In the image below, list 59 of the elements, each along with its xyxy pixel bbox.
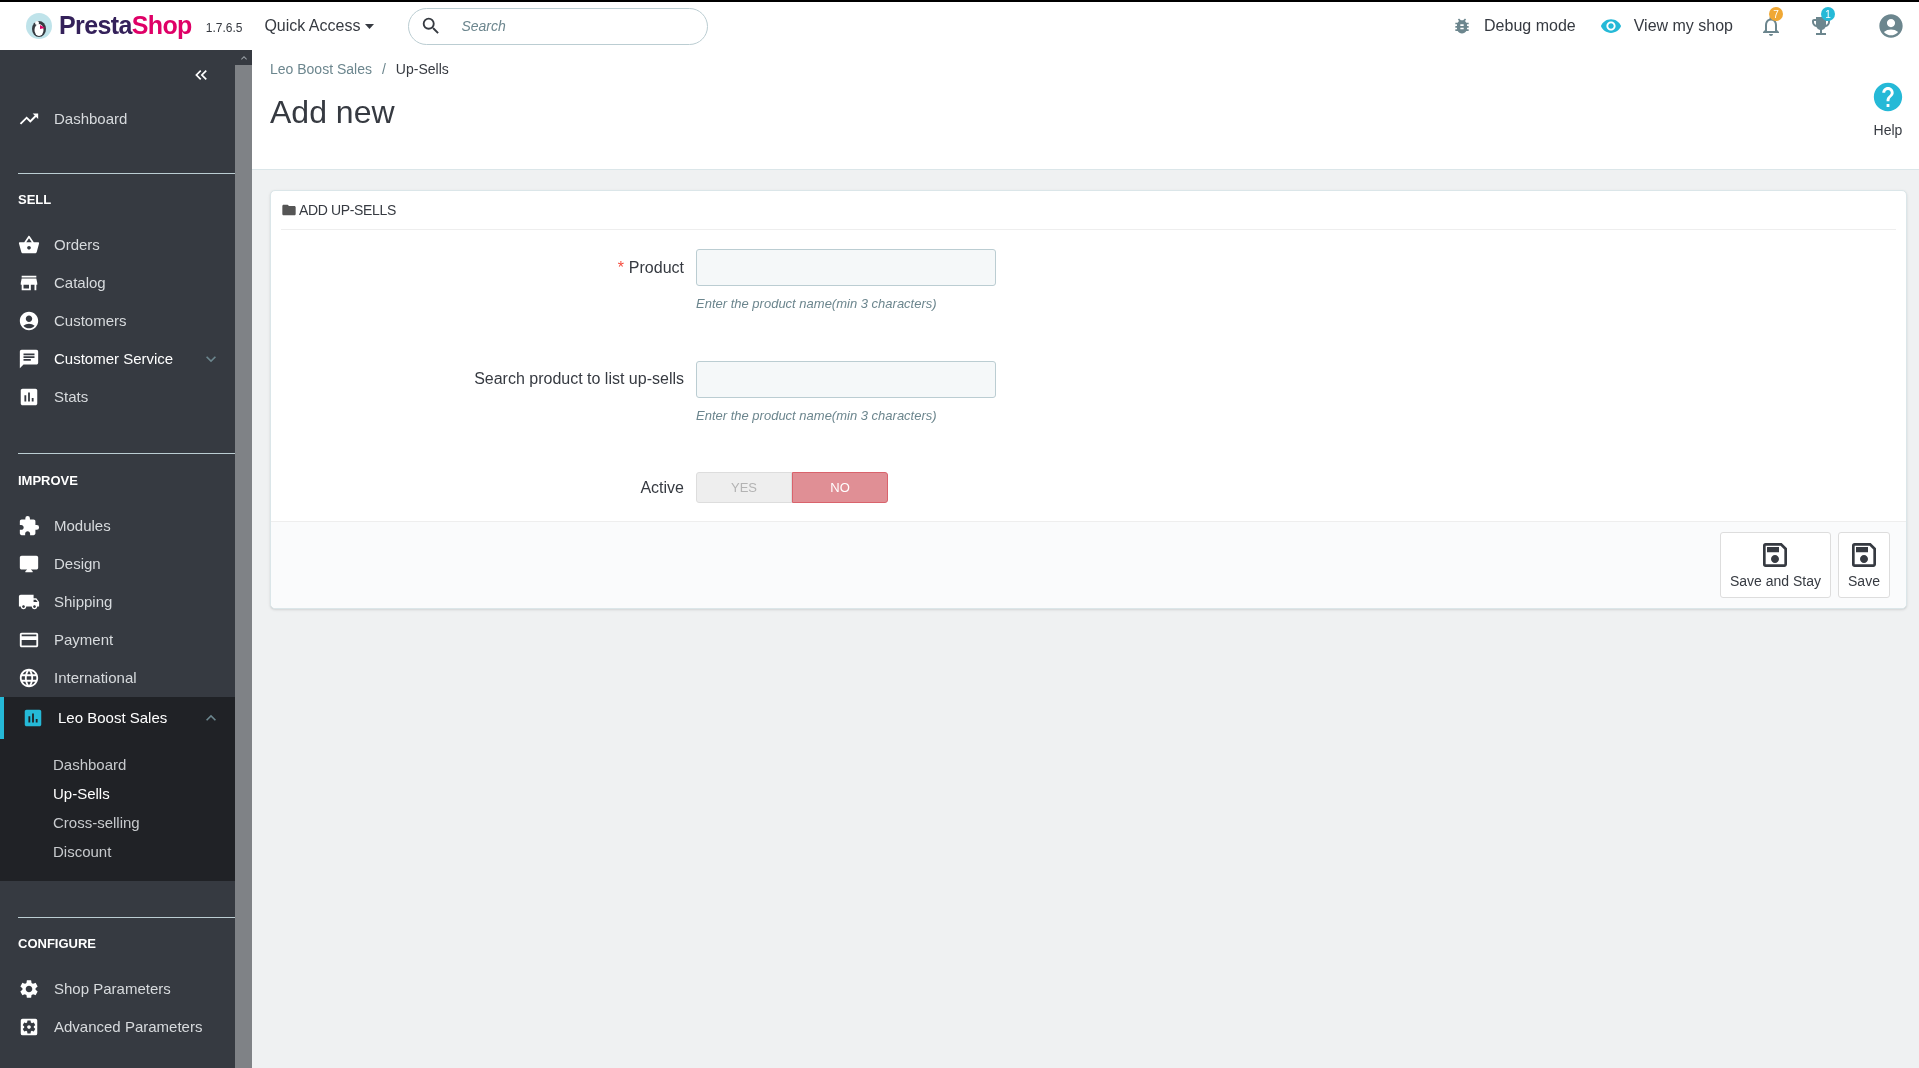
breadcrumb-separator: / — [381, 60, 386, 79]
submenu-item[interactable]: Cross-selling — [53, 812, 140, 835]
version-label: 1.7.6.5 — [205, 20, 243, 37]
puzzle-icon — [18, 515, 40, 537]
sidebar-item[interactable]: Modules — [0, 507, 235, 545]
debug-mode-link[interactable]: Debug mode — [1452, 14, 1576, 38]
sidebar-item[interactable]: Dashboard — [0, 100, 235, 138]
quick-access-button[interactable]: Quick Access — [264, 14, 375, 38]
settings-icon — [18, 978, 40, 1000]
sidebar-item[interactable]: Customer Service — [0, 340, 235, 378]
help-link[interactable]: Help — [1871, 50, 1905, 169]
help-icon — [1871, 80, 1905, 114]
sidebar-item[interactable]: Customers — [0, 302, 235, 340]
submenu-item[interactable]: Dashboard — [53, 754, 127, 777]
text-input[interactable] — [696, 249, 996, 286]
save-button[interactable]: Save and Stay — [1719, 532, 1831, 598]
basket-icon — [18, 234, 40, 256]
field-hint: Enter the product name(min 3 characters) — [696, 406, 938, 425]
person-icon — [18, 310, 40, 332]
breadcrumb-link[interactable]: Up-Sells — [395, 59, 449, 80]
monitor-icon — [18, 553, 40, 575]
field-label: Active — [640, 478, 684, 496]
sidebar-item[interactable]: Shop Parameters — [0, 970, 235, 1008]
save-button[interactable]: Save — [1838, 532, 1890, 598]
caret-icon — [365, 23, 375, 29]
section-heading: CONFIGURE — [18, 935, 96, 954]
sidebar-item[interactable]: Design — [0, 545, 235, 583]
folder-icon — [281, 202, 297, 218]
field-label: * Product — [617, 258, 684, 276]
logo-icon — [25, 12, 53, 40]
field-label: Search product to list up-sells — [474, 370, 684, 387]
sidebar-item[interactable]: Advanced Parameters — [0, 1008, 235, 1046]
section-heading: IMPROVE — [18, 471, 78, 490]
bar-chart-icon — [22, 707, 44, 729]
sidebar-item[interactable]: International — [0, 659, 235, 697]
bar-chart-icon — [18, 386, 40, 408]
avatar-icon[interactable] — [1877, 12, 1905, 40]
scrollbar[interactable] — [235, 50, 252, 1068]
text-input[interactable] — [696, 360, 996, 398]
sidebar-item[interactable]: Stats — [0, 378, 235, 416]
breadcrumb-link[interactable]: Leo Boost Sales — [270, 59, 372, 80]
logo-wordmark[interactable]: PrestaShop — [59, 7, 192, 45]
panel-title: ADD UP-SELLS — [299, 200, 396, 220]
section-heading: SELL — [18, 191, 52, 210]
sidebar-item[interactable]: Payment — [0, 621, 235, 659]
page-title: Add new — [270, 93, 396, 132]
submenu-item[interactable]: Up-Sells — [53, 783, 110, 806]
achievement-badge: 1 — [1821, 7, 1835, 21]
search-field[interactable]: Search — [408, 7, 709, 45]
globe-icon — [18, 667, 40, 689]
view-shop-link[interactable]: View my shop — [1599, 14, 1733, 38]
notification-badge: 7 — [1769, 7, 1783, 21]
sidebar-item[interactable]: Shipping — [0, 583, 235, 621]
sidebar-item[interactable]: Catalog — [0, 264, 235, 302]
settings-icon — [18, 1016, 40, 1038]
sidebar-item[interactable]: Orders — [0, 226, 235, 264]
chat-icon — [18, 348, 40, 370]
field-hint: Enter the product name(min 3 characters) — [696, 295, 938, 313]
submenu-item[interactable]: Discount — [53, 841, 112, 864]
